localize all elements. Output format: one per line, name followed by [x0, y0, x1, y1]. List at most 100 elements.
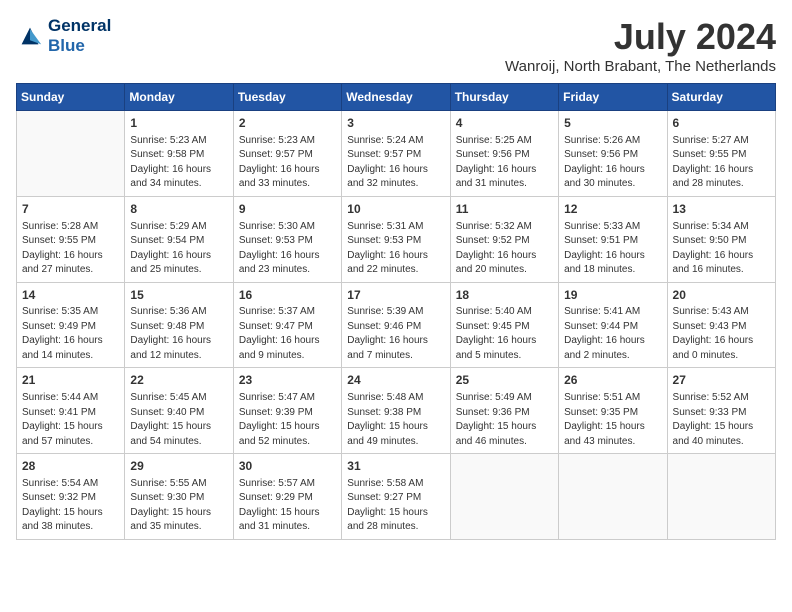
- calendar-day-25: 25 Sunrise: 5:49 AM Sunset: 9:36 PM Dayli…: [450, 368, 558, 454]
- day-number: 8: [130, 201, 227, 218]
- calendar-table: SundayMondayTuesdayWednesdayThursdayFrid…: [16, 83, 776, 540]
- weekday-header-thursday: Thursday: [450, 84, 558, 111]
- day-info: Sunrise: 5:45 AM Sunset: 9:40 PM Dayligh…: [130, 391, 227, 449]
- calendar-day-22: 22 Sunrise: 5:45 AM Sunset: 9:40 PM Dayli…: [125, 368, 233, 454]
- day-info: Sunrise: 5:26 AM Sunset: 9:56 PM Dayligh…: [564, 134, 661, 192]
- day-info: Sunrise: 5:32 AM Sunset: 9:52 PM Dayligh…: [456, 220, 553, 278]
- day-info: Sunrise: 5:39 AM Sunset: 9:46 PM Dayligh…: [347, 305, 444, 363]
- day-number: 17: [347, 287, 444, 304]
- calendar-day-16: 16Sunrise: 5:37 AM Sunset: 9:47 PM Dayli…: [233, 282, 341, 368]
- calendar-day-1: 1Sunrise: 5:23 AM Sunset: 9:58 PM Daylig…: [125, 111, 233, 197]
- day-number: 16: [239, 287, 336, 304]
- location: Wanroij, North Brabant, The Netherlands: [505, 58, 776, 75]
- day-info: Sunrise: 5:28 AM Sunset: 9:55 PM Dayligh…: [22, 220, 119, 278]
- calendar-day-12: 12 Sunrise: 5:33 AM Sunset: 9:51 PM Dayli…: [559, 196, 667, 282]
- calendar-day-11: 11 Sunrise: 5:32 AM Sunset: 9:52 PM Dayli…: [450, 196, 558, 282]
- weekday-header-friday: Friday: [559, 84, 667, 111]
- calendar-day-2: 2Sunrise: 5:23 AM Sunset: 9:57 PM Daylig…: [233, 111, 341, 197]
- calendar-day-23: 23 Sunrise: 5:47 AM Sunset: 9:39 PM Dayli…: [233, 368, 341, 454]
- day-number: 7: [22, 201, 119, 218]
- day-number: 12: [564, 201, 661, 218]
- calendar-day-13: 13 Sunrise: 5:34 AM Sunset: 9:50 PM Dayli…: [667, 196, 775, 282]
- day-number: 27: [673, 372, 770, 389]
- calendar-day-17: 17Sunrise: 5:39 AM Sunset: 9:46 PM Dayli…: [342, 282, 450, 368]
- weekday-header-wednesday: Wednesday: [342, 84, 450, 111]
- day-number: 6: [673, 115, 770, 132]
- day-info: Sunrise: 5:30 AM Sunset: 9:53 PM Dayligh…: [239, 220, 336, 278]
- day-info: Sunrise: 5:44 AM Sunset: 9:41 PM Dayligh…: [22, 391, 119, 449]
- day-number: 3: [347, 115, 444, 132]
- calendar-day-27: 27 Sunrise: 5:52 AM Sunset: 9:33 PM Dayli…: [667, 368, 775, 454]
- calendar-week-row: 28 Sunrise: 5:54 AM Sunset: 9:32 PM Dayli…: [17, 454, 776, 540]
- day-number: 13: [673, 201, 770, 218]
- calendar-day-28: 28 Sunrise: 5:54 AM Sunset: 9:32 PM Dayli…: [17, 454, 125, 540]
- calendar-day-8: 8 Sunrise: 5:29 AM Sunset: 9:54 PM Daylig…: [125, 196, 233, 282]
- day-info: Sunrise: 5:49 AM Sunset: 9:36 PM Dayligh…: [456, 391, 553, 449]
- calendar-day-19: 19Sunrise: 5:41 AM Sunset: 9:44 PM Dayli…: [559, 282, 667, 368]
- day-info: Sunrise: 5:43 AM Sunset: 9:43 PM Dayligh…: [673, 305, 770, 363]
- day-number: 1: [130, 115, 227, 132]
- month-title: July 2024: [505, 16, 776, 58]
- day-number: 25: [456, 372, 553, 389]
- day-info: Sunrise: 5:36 AM Sunset: 9:48 PM Dayligh…: [130, 305, 227, 363]
- weekday-header-monday: Monday: [125, 84, 233, 111]
- calendar-day-26: 26 Sunrise: 5:51 AM Sunset: 9:35 PM Dayli…: [559, 368, 667, 454]
- day-number: 26: [564, 372, 661, 389]
- day-number: 4: [456, 115, 553, 132]
- day-number: 10: [347, 201, 444, 218]
- day-number: 22: [130, 372, 227, 389]
- calendar-day-20: 20Sunrise: 5:43 AM Sunset: 9:43 PM Dayli…: [667, 282, 775, 368]
- calendar-day-4: 4 Sunrise: 5:25 AM Sunset: 9:56 PM Daylig…: [450, 111, 558, 197]
- page-header: General Blue July 2024 Wanroij, North Br…: [16, 16, 776, 75]
- calendar-day-18: 18Sunrise: 5:40 AM Sunset: 9:45 PM Dayli…: [450, 282, 558, 368]
- day-number: 19: [564, 287, 661, 304]
- day-number: 15: [130, 287, 227, 304]
- day-info: Sunrise: 5:52 AM Sunset: 9:33 PM Dayligh…: [673, 391, 770, 449]
- calendar-day-30: 30Sunrise: 5:57 AM Sunset: 9:29 PM Dayli…: [233, 454, 341, 540]
- day-info: Sunrise: 5:34 AM Sunset: 9:50 PM Dayligh…: [673, 220, 770, 278]
- calendar-day-3: 3Sunrise: 5:24 AM Sunset: 9:57 PM Daylig…: [342, 111, 450, 197]
- day-info: Sunrise: 5:29 AM Sunset: 9:54 PM Dayligh…: [130, 220, 227, 278]
- calendar-day-empty: [559, 454, 667, 540]
- weekday-header-sunday: Sunday: [17, 84, 125, 111]
- day-info: Sunrise: 5:41 AM Sunset: 9:44 PM Dayligh…: [564, 305, 661, 363]
- day-info: Sunrise: 5:37 AM Sunset: 9:47 PM Dayligh…: [239, 305, 336, 363]
- day-info: Sunrise: 5:27 AM Sunset: 9:55 PM Dayligh…: [673, 134, 770, 192]
- logo-icon: [16, 22, 44, 50]
- day-number: 28: [22, 458, 119, 475]
- day-number: 9: [239, 201, 336, 218]
- day-info: Sunrise: 5:35 AM Sunset: 9:49 PM Dayligh…: [22, 305, 119, 363]
- calendar-day-10: 10 Sunrise: 5:31 AM Sunset: 9:53 PM Dayli…: [342, 196, 450, 282]
- day-number: 31: [347, 458, 444, 475]
- day-info: Sunrise: 5:51 AM Sunset: 9:35 PM Dayligh…: [564, 391, 661, 449]
- day-number: 11: [456, 201, 553, 218]
- calendar-header-row: SundayMondayTuesdayWednesdayThursdayFrid…: [17, 84, 776, 111]
- calendar-day-21: 21 Sunrise: 5:44 AM Sunset: 9:41 PM Dayli…: [17, 368, 125, 454]
- day-info: Sunrise: 5:31 AM Sunset: 9:53 PM Dayligh…: [347, 220, 444, 278]
- calendar-day-9: 9 Sunrise: 5:30 AM Sunset: 9:53 PM Daylig…: [233, 196, 341, 282]
- day-number: 14: [22, 287, 119, 304]
- day-info: Sunrise: 5:40 AM Sunset: 9:45 PM Dayligh…: [456, 305, 553, 363]
- day-info: Sunrise: 5:55 AM Sunset: 9:30 PM Dayligh…: [130, 477, 227, 535]
- calendar-day-empty: [667, 454, 775, 540]
- day-number: 23: [239, 372, 336, 389]
- day-info: Sunrise: 5:54 AM Sunset: 9:32 PM Dayligh…: [22, 477, 119, 535]
- day-number: 2: [239, 115, 336, 132]
- calendar-day-14: 14Sunrise: 5:35 AM Sunset: 9:49 PM Dayli…: [17, 282, 125, 368]
- calendar-day-29: 29Sunrise: 5:55 AM Sunset: 9:30 PM Dayli…: [125, 454, 233, 540]
- day-number: 20: [673, 287, 770, 304]
- day-number: 30: [239, 458, 336, 475]
- calendar-day-empty: [450, 454, 558, 540]
- day-info: Sunrise: 5:25 AM Sunset: 9:56 PM Dayligh…: [456, 134, 553, 192]
- calendar-day-24: 24Sunrise: 5:48 AM Sunset: 9:38 PM Dayli…: [342, 368, 450, 454]
- day-info: Sunrise: 5:58 AM Sunset: 9:27 PM Dayligh…: [347, 477, 444, 535]
- weekday-header-saturday: Saturday: [667, 84, 775, 111]
- logo: General Blue: [16, 16, 111, 56]
- day-number: 5: [564, 115, 661, 132]
- day-info: Sunrise: 5:33 AM Sunset: 9:51 PM Dayligh…: [564, 220, 661, 278]
- calendar-day-6: 6 Sunrise: 5:27 AM Sunset: 9:55 PM Daylig…: [667, 111, 775, 197]
- day-info: Sunrise: 5:47 AM Sunset: 9:39 PM Dayligh…: [239, 391, 336, 449]
- logo-text: General Blue: [48, 16, 111, 56]
- calendar-day-empty: [17, 111, 125, 197]
- day-number: 21: [22, 372, 119, 389]
